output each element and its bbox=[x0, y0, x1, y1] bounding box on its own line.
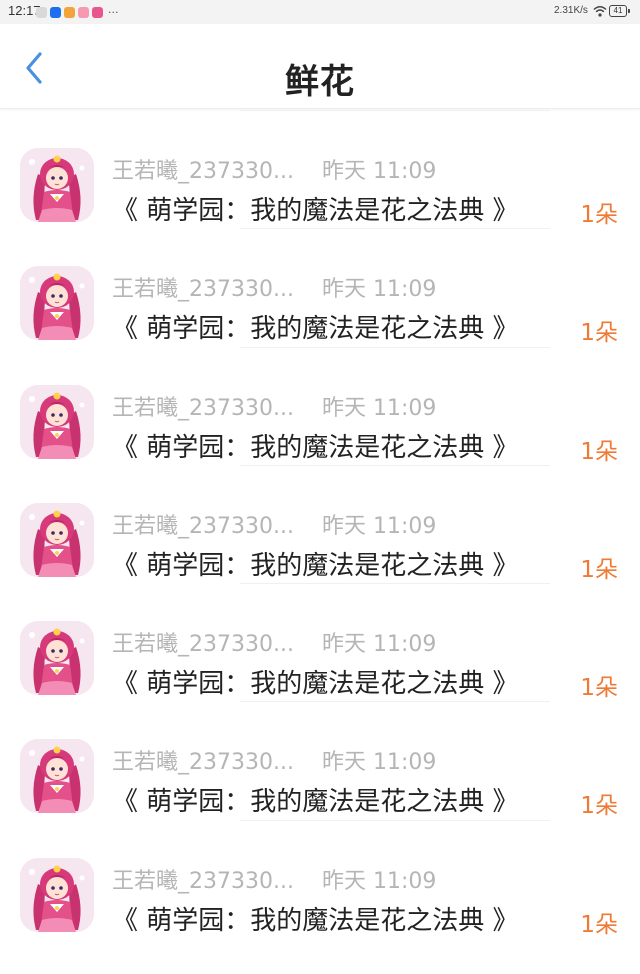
book-title[interactable]: 《 萌学园：我的魔法是花之法典 》 bbox=[112, 427, 519, 464]
timestamp: 昨天 11:09 bbox=[322, 750, 437, 776]
flower-count: 1朵 bbox=[580, 202, 618, 228]
battery-icon: 41 bbox=[609, 5, 630, 17]
flower-count: 1朵 bbox=[580, 911, 618, 938]
anime-avatar-image bbox=[20, 148, 94, 222]
anime-avatar-image bbox=[20, 739, 94, 814]
timestamp: 昨天 11:09 bbox=[322, 513, 437, 539]
anime-avatar-image bbox=[20, 266, 94, 341]
flower-gift-list: 王若曦_237330... 昨天 11:09 《 萌学园：我的魔法是花之法典 》… bbox=[0, 110, 640, 938]
list-item[interactable]: 王若曦_237330... 昨天 11:09 《 萌学园：我的魔法是花之法典 》… bbox=[0, 346, 640, 465]
flower-count: 1朵 bbox=[580, 556, 618, 583]
avatar[interactable] bbox=[20, 148, 94, 222]
user-name[interactable]: 王若曦_237330... bbox=[112, 153, 294, 185]
book-title[interactable]: 《 萌学园：我的魔法是花之法典 》 bbox=[112, 545, 519, 582]
top-nav-bar: 鲜花 bbox=[0, 24, 640, 109]
wifi-icon bbox=[593, 6, 607, 17]
row-divider bbox=[240, 583, 550, 585]
book-title[interactable]: 《 萌学园：我的魔法是花之法典 》 bbox=[112, 663, 519, 700]
list-item[interactable]: 王若曦_237330... 昨天 11:09 《 萌学园：我的魔法是花之法典 》… bbox=[0, 110, 640, 228]
avatar[interactable] bbox=[20, 857, 94, 932]
timestamp: 昨天 11:09 bbox=[322, 632, 437, 658]
list-item[interactable]: 王若曦_237330... 昨天 11:09 《 萌学园：我的魔法是花之法典 》… bbox=[0, 819, 640, 938]
app-notification-icon bbox=[92, 7, 103, 18]
status-bar: 12:17 ··· 2.31K/s 41 bbox=[0, 0, 640, 24]
row-divider bbox=[240, 110, 550, 111]
avatar[interactable] bbox=[20, 266, 94, 341]
user-name[interactable]: 王若曦_237330... bbox=[112, 508, 294, 540]
row-divider bbox=[240, 346, 550, 348]
anime-avatar-image bbox=[20, 384, 94, 459]
network-speed: 2.31K/s bbox=[554, 5, 588, 16]
more-notifications-icon: ··· bbox=[108, 6, 119, 19]
timestamp: 昨天 11:09 bbox=[322, 395, 437, 421]
avatar[interactable] bbox=[20, 384, 94, 459]
flower-count: 1朵 bbox=[580, 320, 618, 347]
flower-count: 1朵 bbox=[580, 793, 618, 820]
book-title[interactable]: 《 萌学园：我的魔法是花之法典 》 bbox=[112, 781, 519, 818]
flower-count: 1朵 bbox=[580, 438, 618, 465]
user-name[interactable]: 王若曦_237330... bbox=[112, 863, 294, 895]
app-notification-icon bbox=[78, 7, 89, 18]
anime-avatar-image bbox=[20, 857, 94, 932]
row-divider bbox=[240, 819, 550, 821]
user-name[interactable]: 王若曦_237330... bbox=[112, 390, 294, 422]
list-item[interactable]: 王若曦_237330... 昨天 11:09 《 萌学园：我的魔法是花之法典 》… bbox=[0, 228, 640, 346]
timestamp: 昨天 11:09 bbox=[322, 868, 437, 894]
list-item[interactable]: 王若曦_237330... 昨天 11:09 《 萌学园：我的魔法是花之法典 》… bbox=[0, 583, 640, 701]
user-name[interactable]: 王若曦_237330... bbox=[112, 626, 294, 658]
anime-avatar-image bbox=[20, 621, 94, 696]
book-title[interactable]: 《 萌学园：我的魔法是花之法典 》 bbox=[112, 190, 519, 227]
anime-avatar-image bbox=[20, 502, 94, 577]
list-item[interactable]: 王若曦_237330... 昨天 11:09 《 萌学园：我的魔法是花之法典 》… bbox=[0, 464, 640, 583]
row-divider bbox=[240, 701, 550, 703]
book-title[interactable]: 《 萌学园：我的魔法是花之法典 》 bbox=[112, 308, 519, 345]
row-divider bbox=[240, 464, 550, 466]
notification-icons: ··· bbox=[36, 7, 119, 18]
user-name[interactable]: 王若曦_237330... bbox=[112, 271, 294, 303]
row-divider bbox=[240, 228, 550, 230]
app-notification-icon bbox=[36, 7, 47, 18]
timestamp: 昨天 11:09 bbox=[322, 277, 437, 303]
avatar[interactable] bbox=[20, 739, 94, 814]
flower-count: 1朵 bbox=[580, 675, 618, 702]
app-notification-icon bbox=[64, 7, 75, 18]
app-notification-icon bbox=[50, 7, 61, 18]
user-name[interactable]: 王若曦_237330... bbox=[112, 744, 294, 776]
book-title[interactable]: 《 萌学园：我的魔法是花之法典 》 bbox=[112, 900, 519, 937]
timestamp: 昨天 11:09 bbox=[322, 159, 437, 184]
list-item[interactable]: 王若曦_237330... 昨天 11:09 《 萌学园：我的魔法是花之法典 》… bbox=[0, 701, 640, 819]
page-title: 鲜花 bbox=[285, 62, 355, 102]
avatar[interactable] bbox=[20, 621, 94, 696]
avatar[interactable] bbox=[20, 502, 94, 577]
